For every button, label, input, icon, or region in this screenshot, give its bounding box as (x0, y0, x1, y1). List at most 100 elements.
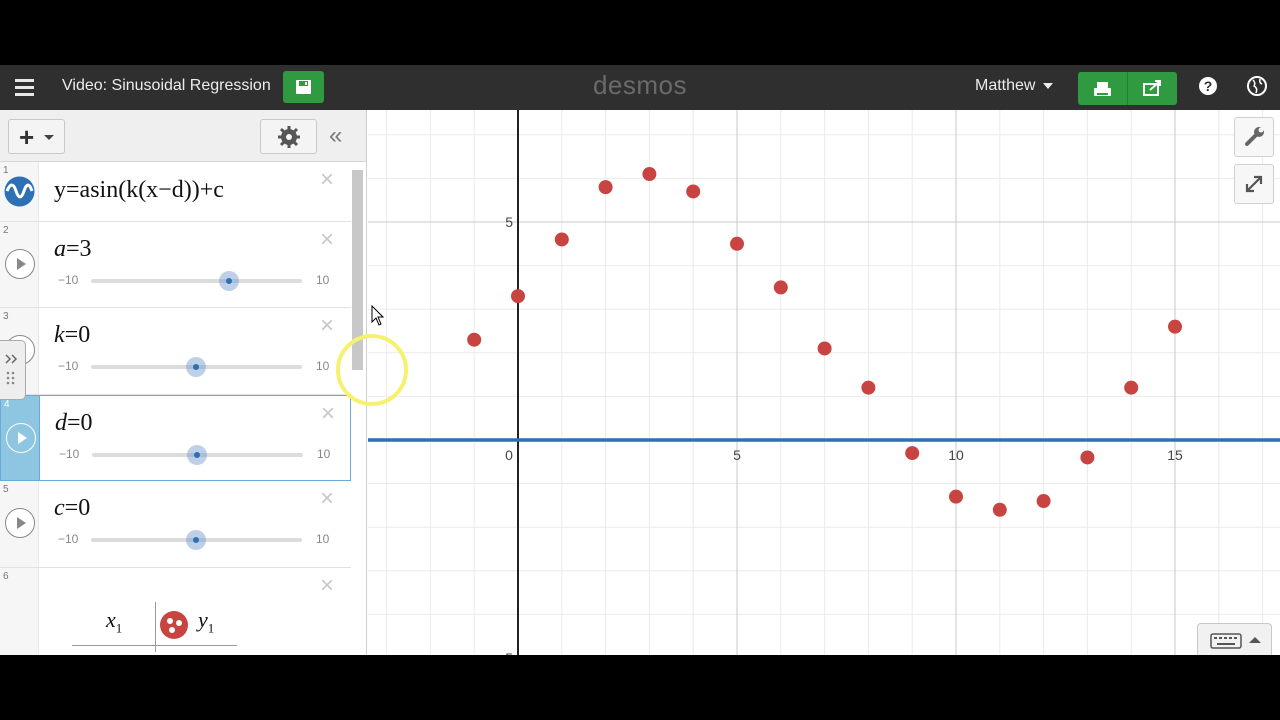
fullscreen-button[interactable] (1234, 164, 1274, 204)
svg-text:?: ? (1204, 78, 1213, 94)
slider-equation[interactable]: a=3 (54, 236, 92, 263)
slider-track[interactable] (91, 279, 302, 283)
slider-max[interactable]: 10 (316, 532, 329, 546)
scrollbar[interactable] (352, 170, 363, 370)
slider-equation[interactable]: k=0 (54, 322, 90, 349)
print-button[interactable] (1078, 72, 1127, 105)
chevron-down-icon (1043, 82, 1054, 89)
play-icon[interactable] (6, 423, 36, 453)
data-point[interactable] (730, 236, 744, 251)
slider-min[interactable]: −10 (59, 447, 79, 461)
data-point[interactable] (598, 180, 613, 195)
x-tick-label: 5 (733, 447, 741, 463)
help-icon[interactable]: ? (1197, 75, 1219, 97)
slider[interactable]: −10 10 (55, 444, 335, 465)
data-point[interactable] (817, 341, 832, 356)
data-point[interactable] (773, 280, 788, 295)
slider-row-d[interactable]: 4 d=0 × −10 10 (0, 395, 351, 481)
share-icon (1143, 80, 1161, 96)
graph-style-icon[interactable] (4, 176, 35, 207)
close-icon[interactable]: × (320, 487, 334, 511)
play-icon[interactable] (5, 249, 35, 279)
data-point[interactable] (642, 167, 657, 182)
table-row[interactable]: 6 × x1 y1 (0, 568, 351, 655)
slider-min[interactable]: −10 (58, 273, 78, 287)
data-point[interactable] (1036, 494, 1051, 509)
data-point[interactable] (1124, 380, 1139, 395)
close-icon[interactable]: × (320, 228, 334, 252)
data-point[interactable] (861, 380, 876, 395)
expression-row[interactable]: 1 y=asin(k(x−d))+c × (0, 162, 351, 222)
slider-thumb[interactable] (187, 445, 207, 465)
top-bar: Video: Sinusoidal Regression desmos Matt… (0, 65, 1280, 110)
globe-icon[interactable] (1246, 75, 1268, 97)
table-column-x[interactable]: x1 (106, 607, 122, 636)
play-icon[interactable] (5, 508, 35, 538)
slider-row-a[interactable]: 2 a=3 × −10 10 (0, 222, 351, 308)
expression-number: 6 (3, 571, 9, 582)
x-tick-label: 15 (1167, 447, 1183, 463)
plus-icon: + (19, 122, 35, 152)
expression-number: 2 (3, 225, 9, 236)
table-header: x1 y1 (72, 602, 237, 652)
slider-equation[interactable]: d=0 (55, 410, 93, 437)
settings-button[interactable] (260, 119, 317, 154)
slider[interactable]: −10 10 (54, 356, 334, 377)
graph-paper[interactable]: 0 5 10 15 5 −5 (368, 110, 1280, 655)
expression-toolbar: + « (0, 110, 366, 162)
user-name: Matthew (975, 77, 1036, 94)
graph-canvas[interactable]: 0 5 10 15 5 −5 (368, 110, 1280, 655)
slider[interactable]: −10 10 (54, 529, 334, 550)
data-point[interactable] (992, 502, 1007, 517)
slider-row-k[interactable]: 3 k=0 × −10 10 (0, 308, 351, 395)
gear-icon (278, 126, 300, 148)
data-point[interactable] (905, 446, 920, 461)
graph-title[interactable]: Video: Sinusoidal Regression (62, 77, 271, 95)
keyboard-icon (1210, 633, 1261, 649)
data-point[interactable] (511, 289, 525, 304)
collapse-list-icon[interactable]: « (329, 122, 342, 150)
data-point[interactable] (467, 332, 482, 347)
slider-max[interactable]: 10 (317, 447, 330, 461)
user-menu[interactable]: Matthew (975, 77, 1054, 95)
table-column-y[interactable]: y1 (198, 607, 214, 636)
data-point[interactable] (949, 489, 963, 504)
share-button[interactable] (1128, 72, 1177, 105)
data-point[interactable] (1168, 319, 1182, 334)
menu-icon[interactable] (13, 77, 37, 97)
add-item-button[interactable]: + (8, 119, 65, 154)
save-icon (296, 80, 311, 94)
point-style-icon[interactable] (159, 610, 189, 640)
slider-thumb[interactable] (219, 271, 239, 291)
keyboard-button[interactable] (1197, 623, 1272, 655)
slider-equation[interactable]: c=0 (54, 495, 90, 522)
drag-handle-icon (5, 354, 18, 385)
slider-max[interactable]: 10 (316, 273, 329, 287)
data-point[interactable] (554, 232, 569, 247)
expression-math[interactable]: y=asin(k(x−d))+c (54, 177, 224, 204)
slider-thumb[interactable] (186, 530, 206, 550)
close-icon[interactable]: × (320, 168, 334, 192)
close-icon[interactable]: × (320, 574, 334, 598)
data-point[interactable] (686, 184, 701, 199)
x-tick-label: 0 (505, 447, 513, 463)
slider[interactable]: −10 10 (54, 270, 334, 291)
graph-settings-button[interactable] (1234, 117, 1274, 157)
y-tick-label: −5 (497, 650, 513, 655)
slider-min[interactable]: −10 (58, 359, 78, 373)
expand-tab[interactable] (0, 340, 26, 400)
chevron-down-icon (44, 135, 54, 140)
wrench-icon (1245, 127, 1264, 146)
data-point[interactable] (1080, 450, 1095, 465)
slider-row-c[interactable]: 5 c=0 × −10 10 (0, 481, 351, 568)
close-icon[interactable]: × (320, 314, 334, 338)
expression-number: 5 (3, 484, 9, 495)
expand-icon (1245, 175, 1263, 193)
close-icon[interactable]: × (321, 402, 335, 426)
mouse-cursor-icon (371, 305, 385, 326)
slider-thumb[interactable] (186, 357, 206, 377)
expression-number: 3 (3, 311, 9, 322)
slider-min[interactable]: −10 (58, 532, 78, 546)
save-button[interactable] (283, 71, 324, 103)
slider-max[interactable]: 10 (316, 359, 329, 373)
